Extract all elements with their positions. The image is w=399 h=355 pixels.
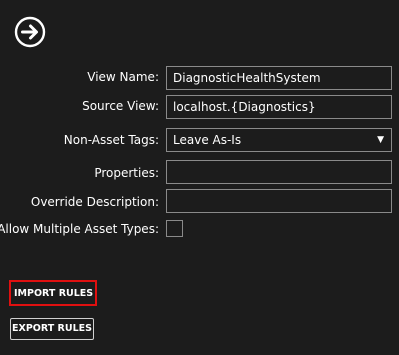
- non-asset-tags-value: Leave As-Is: [173, 133, 242, 147]
- override-description-label: Override Description:: [30, 195, 159, 209]
- properties-label: Properties:: [94, 166, 159, 180]
- chevron-down-icon: ▼: [377, 135, 384, 145]
- import-rules-button[interactable]: IMPORT RULES: [13, 283, 93, 303]
- source-view-field[interactable]: localhost.{Diagnostics}: [166, 95, 392, 119]
- view-name-field[interactable]: DiagnosticHealthSystem: [166, 66, 392, 90]
- allow-multiple-asset-types-label: Allow Multiple Asset Types:: [0, 222, 159, 236]
- properties-field[interactable]: [166, 160, 392, 184]
- non-asset-tags-select[interactable]: Leave As-Is ▼: [166, 128, 392, 152]
- arrow-right-circle-icon[interactable]: [14, 16, 46, 48]
- allow-multiple-asset-types-checkbox[interactable]: [166, 220, 183, 237]
- override-description-field[interactable]: [166, 189, 392, 213]
- export-rules-button[interactable]: EXPORT RULES: [10, 318, 94, 340]
- source-view-label: Source View:: [82, 99, 159, 113]
- view-name-label: View Name:: [87, 70, 159, 84]
- non-asset-tags-label: Non-Asset Tags:: [63, 133, 159, 147]
